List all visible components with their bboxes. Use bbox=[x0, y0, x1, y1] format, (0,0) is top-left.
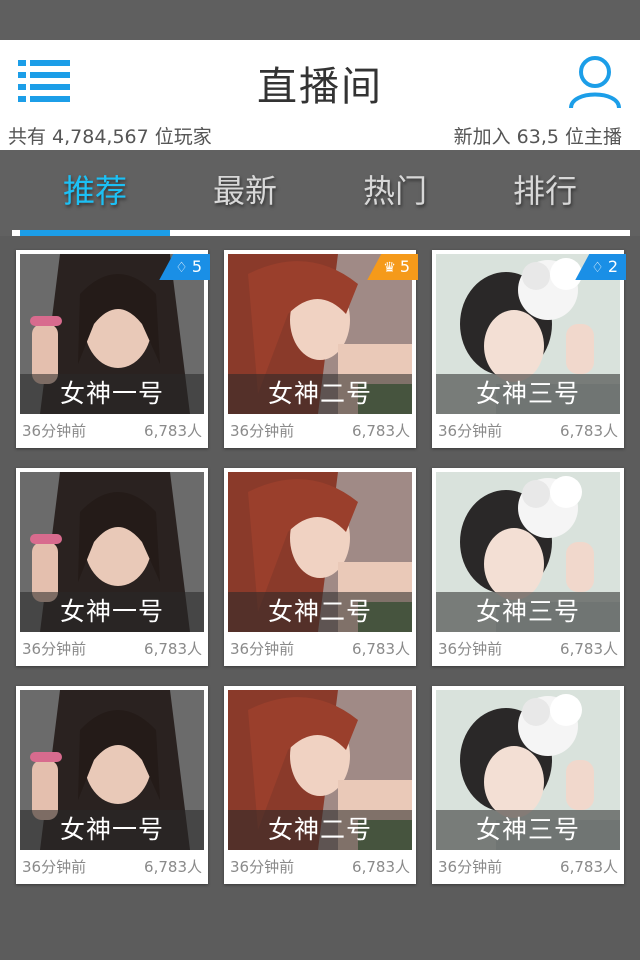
viewer-count: 6,783人 bbox=[352, 640, 410, 658]
viewer-count: 6,783人 bbox=[352, 422, 410, 440]
tab-latest[interactable]: 最新 bbox=[170, 166, 320, 212]
page-title: 直播间 bbox=[257, 64, 383, 110]
viewer-count: 6,783人 bbox=[352, 858, 410, 876]
streamer-name: 女神一号 bbox=[20, 810, 204, 850]
streamer-name: 女神一号 bbox=[20, 592, 204, 632]
user-icon bbox=[569, 56, 621, 109]
streamer-card[interactable]: 女神三号 36分钟前 6,783人 bbox=[432, 468, 624, 666]
tab-active-indicator bbox=[20, 230, 170, 236]
badge-value: 5 bbox=[399, 257, 410, 276]
stream-time: 36分钟前 bbox=[230, 422, 295, 440]
streamer-card[interactable]: 女神三号 36分钟前 6,783人 bbox=[432, 686, 624, 884]
tab-ranking[interactable]: 排行 bbox=[470, 166, 620, 212]
streamer-card[interactable]: 女神一号 36分钟前 6,783人 bbox=[16, 468, 208, 666]
total-players-text: 共有 4,784,567 位玩家 bbox=[8, 126, 212, 148]
badge-value: 5 bbox=[191, 257, 202, 276]
stream-time: 36分钟前 bbox=[438, 858, 503, 876]
viewer-count: 6,783人 bbox=[560, 422, 618, 440]
diamond-icon: ♢ bbox=[175, 260, 188, 276]
streamer-card[interactable]: 女神一号 36分钟前 6,783人 ♢ 5 bbox=[16, 250, 210, 448]
stream-time: 36分钟前 bbox=[230, 858, 295, 876]
streamer-card[interactable]: 女神三号 36分钟前 6,783人 ♢ 2 bbox=[432, 250, 626, 448]
tab-hot[interactable]: 热门 bbox=[320, 166, 470, 212]
stream-time: 36分钟前 bbox=[22, 422, 87, 440]
tab-recommended[interactable]: 推荐 bbox=[20, 166, 170, 212]
streamer-card[interactable]: 女神二号 36分钟前 6,783人 ♛ 5 bbox=[224, 250, 418, 448]
streamer-name: 女神二号 bbox=[228, 592, 412, 632]
stream-time: 36分钟前 bbox=[438, 640, 503, 658]
viewer-count: 6,783人 bbox=[144, 422, 202, 440]
app-header: 直播间 共有 4,784,567 位玩家 新加入 63,5 位主播 bbox=[0, 40, 640, 150]
streamer-name: 女神三号 bbox=[436, 810, 620, 850]
stream-time: 36分钟前 bbox=[22, 858, 87, 876]
stream-time: 36分钟前 bbox=[22, 640, 87, 658]
streamer-name: 女神一号 bbox=[20, 374, 204, 414]
viewer-count: 6,783人 bbox=[144, 640, 202, 658]
badge-value: 2 bbox=[607, 257, 618, 276]
streamer-name: 女神二号 bbox=[228, 374, 412, 414]
streamer-name: 女神三号 bbox=[436, 592, 620, 632]
streamer-card[interactable]: 女神一号 36分钟前 6,783人 bbox=[16, 686, 208, 884]
streamer-card[interactable]: 女神二号 36分钟前 6,783人 bbox=[224, 468, 416, 666]
viewer-count: 6,783人 bbox=[560, 858, 618, 876]
user-profile-button[interactable] bbox=[568, 54, 622, 110]
tab-bar: 推荐 最新 热门 排行 bbox=[0, 150, 640, 236]
streamer-card[interactable]: 女神二号 36分钟前 6,783人 bbox=[224, 686, 416, 884]
new-hosts-text: 新加入 63,5 位主播 bbox=[453, 126, 622, 148]
streamer-name: 女神三号 bbox=[436, 374, 620, 414]
streamer-name: 女神二号 bbox=[228, 810, 412, 850]
status-bar bbox=[0, 0, 640, 40]
stream-time: 36分钟前 bbox=[230, 640, 295, 658]
crown-icon: ♛ bbox=[383, 260, 396, 276]
diamond-icon: ♢ bbox=[591, 260, 604, 276]
viewer-count: 6,783人 bbox=[144, 858, 202, 876]
viewer-count: 6,783人 bbox=[560, 640, 618, 658]
stream-time: 36分钟前 bbox=[438, 422, 503, 440]
